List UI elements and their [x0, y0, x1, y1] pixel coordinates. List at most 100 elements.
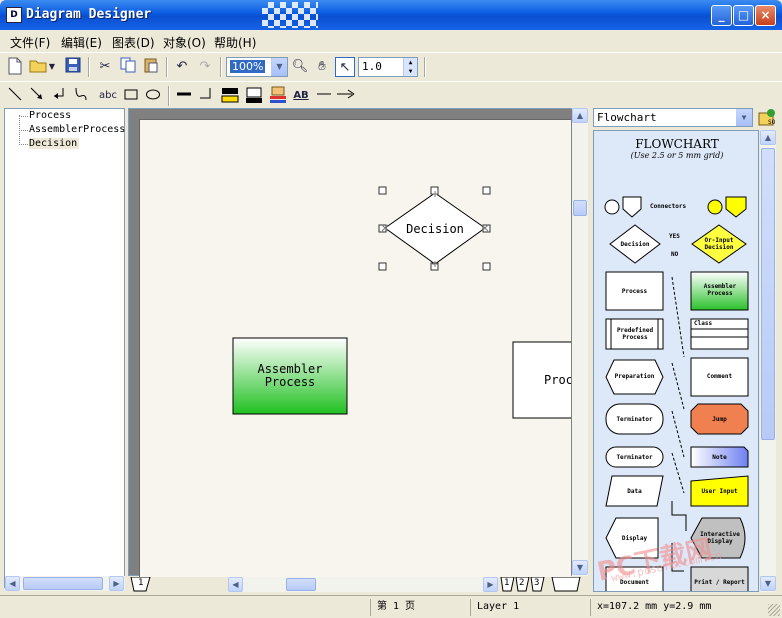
save-icon[interactable] — [63, 57, 83, 77]
app-window: D Diagram Designer _ □ × 文件(F) 编辑(E) 图表(… — [0, 0, 782, 618]
line-width-input[interactable]: 1.0 ▲ ▼ — [358, 57, 418, 77]
title-decoration — [262, 2, 318, 28]
stencil-label-decision: Decision — [620, 241, 650, 248]
tree-item-assembler-process[interactable]: AssemblerProcess — [29, 124, 125, 135]
object-tree[interactable]: Process AssemblerProcess Decision — [4, 108, 125, 588]
cut-icon[interactable]: ✂ — [95, 57, 115, 77]
paste-icon[interactable] — [141, 57, 161, 77]
menu-edit[interactable]: 编辑(E) — [61, 34, 102, 51]
scroll-right-icon[interactable]: ▶ — [483, 577, 498, 592]
assembler-process-label: Assembler Process — [233, 363, 347, 389]
text-icon[interactable]: abc — [95, 86, 121, 106]
menu-file[interactable]: 文件(F) — [10, 34, 50, 51]
open-icon[interactable] — [28, 57, 48, 77]
arrow-line-icon[interactable] — [27, 86, 47, 106]
line-corner-icon[interactable] — [196, 86, 216, 106]
rectangle-icon[interactable] — [121, 86, 141, 106]
stencil-select-value: Flowchart — [597, 111, 657, 124]
scroll-thumb[interactable] — [23, 577, 103, 590]
redo-icon[interactable]: ↷ — [195, 57, 215, 77]
scroll-thumb[interactable] — [761, 148, 775, 440]
chevron-down-icon[interactable]: ▼ — [736, 109, 752, 126]
toolbar-separator — [168, 86, 170, 106]
page-tab-1[interactable]: 1 — [504, 578, 509, 588]
close-button[interactable]: × — [755, 5, 776, 26]
stencil-palette[interactable]: FLOWCHART (Use 2.5 or 5 mm grid) Connect… — [593, 130, 759, 592]
menu-bar: 文件(F) 编辑(E) 图表(D) 对象(O) 帮助(H) — [0, 30, 782, 52]
curve-line-icon[interactable] — [71, 86, 91, 106]
stencil-label-user-input: User Input — [701, 488, 738, 495]
scroll-left-icon[interactable]: ◀ — [228, 577, 243, 592]
stencil-label-terminator: Terminator — [616, 416, 653, 423]
scroll-right-icon[interactable]: ▶ — [109, 576, 124, 591]
stencil-panel: Flowchart ▼ SO FLOWCHART (Use 2.5 or 5 m… — [591, 107, 779, 593]
font-icon[interactable]: AB — [291, 86, 311, 106]
canvas-frame: Decision Assembler Process Proc — [128, 108, 588, 577]
chevron-down-icon[interactable]: ▼ — [271, 58, 287, 76]
stencil-label-no: NO — [671, 251, 679, 258]
zoom-select[interactable]: 100% ▼ — [226, 57, 288, 77]
tree-item-process[interactable]: Process — [29, 110, 71, 121]
scroll-thumb[interactable] — [573, 200, 587, 216]
line-color-icon[interactable] — [244, 86, 264, 106]
arrow-style-icon[interactable] — [336, 86, 356, 106]
canvas-vertical-scrollbar[interactable]: ▲ ▼ — [572, 108, 588, 576]
scroll-up-icon[interactable]: ▲ — [572, 108, 588, 123]
scroll-left-icon[interactable]: ◀ — [5, 576, 20, 591]
menu-diagram[interactable]: 图表(D) — [112, 34, 155, 51]
line-style-icon[interactable] — [314, 86, 334, 106]
new-icon[interactable] — [5, 57, 25, 77]
tree-horizontal-scrollbar[interactable]: ◀ ▶ — [5, 576, 125, 591]
scroll-thumb[interactable] — [286, 578, 316, 591]
line-thick-icon[interactable] — [174, 86, 194, 106]
scroll-down-icon[interactable]: ▼ — [760, 576, 776, 591]
menu-help[interactable]: 帮助(H) — [214, 34, 256, 51]
menu-object[interactable]: 对象(O) — [163, 34, 206, 51]
ellipse-icon[interactable] — [143, 86, 163, 106]
stencil-label-print-report: Print / Report — [694, 579, 745, 586]
hand-icon[interactable]: ✋︎ — [312, 57, 332, 77]
spin-down-icon[interactable]: ▼ — [403, 67, 417, 76]
page-tab-3[interactable]: 3 — [534, 578, 539, 588]
toolbar-separator — [88, 57, 90, 77]
select-icon[interactable]: ↖ — [335, 57, 355, 77]
zoom-value: 100% — [230, 60, 266, 73]
tree-item-decision[interactable]: Decision — [29, 138, 80, 149]
resize-grip-icon[interactable] — [768, 604, 780, 616]
line-width-value: 1.0 — [362, 60, 382, 73]
line-icon[interactable] — [5, 86, 25, 106]
tree-connector — [19, 144, 28, 145]
status-coordinates: x=107.2 mm y=2.9 mm — [590, 599, 768, 616]
stencil-label-yes: YES — [669, 233, 680, 240]
stencil-select[interactable]: Flowchart ▼ — [593, 108, 753, 127]
minimize-button[interactable]: _ — [711, 5, 732, 26]
assembler-label-line2: Process — [264, 375, 316, 389]
spin-up-icon[interactable]: ▲ — [403, 58, 417, 67]
page-tab-left-label: 1 — [138, 578, 144, 588]
main-toolbar: ▼ ✂ ↶ ↷ 100% ▼ 🔍︎ ✋︎ ↖ 1.0 ▲ ▼ — [0, 52, 782, 80]
stencil-label-connectors: Connectors — [650, 203, 687, 210]
stencil-library-icon[interactable]: SO — [757, 108, 776, 127]
open-dropdown-icon[interactable]: ▼ — [46, 57, 58, 77]
text-color-icon[interactable] — [268, 86, 288, 106]
title-bar[interactable]: D Diagram Designer _ □ × — [0, 0, 782, 30]
page-tab-2[interactable]: 2 — [519, 578, 524, 588]
maximize-button[interactable]: □ — [733, 5, 754, 26]
status-bar: 第 1 页 Layer 1 x=107.2 mm y=2.9 mm — [0, 595, 782, 618]
scroll-up-icon[interactable]: ▲ — [760, 130, 776, 145]
stencil-vertical-scrollbar[interactable]: ▲ ▼ — [760, 130, 776, 592]
scroll-down-icon[interactable]: ▼ — [572, 560, 588, 575]
undo-icon[interactable]: ↶ — [172, 57, 192, 77]
stencil-label-data: Data — [627, 488, 642, 495]
page-tab-left[interactable]: 1 — [130, 577, 152, 592]
elbow-line-icon[interactable] — [49, 86, 69, 106]
stencil-shapes[interactable] — [594, 131, 759, 592]
zoom-icon[interactable]: 🔍︎ — [290, 57, 310, 77]
fill-color-icon[interactable] — [220, 86, 240, 106]
toolbar-separator — [424, 57, 426, 77]
copy-icon[interactable] — [118, 57, 138, 77]
status-layer: Layer 1 — [470, 599, 590, 616]
canvas-horizontal-scrollbar[interactable]: ◀ ▶ — [228, 577, 498, 592]
stencil-label-or-input-decision: Or-Input Decision — [704, 237, 734, 251]
drawing-canvas[interactable]: Decision Assembler Process Proc — [139, 119, 571, 577]
